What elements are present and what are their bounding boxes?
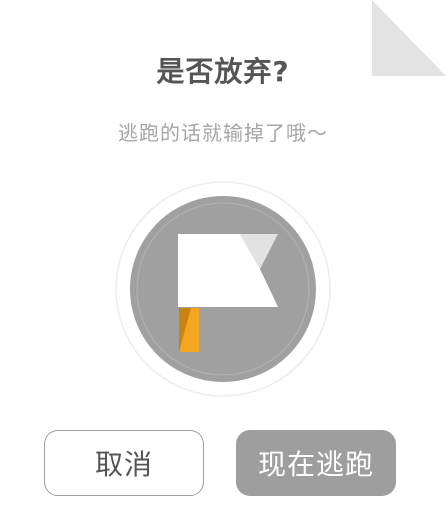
dialog-message: 逃跑的话就输掉了哦～ (118, 121, 328, 145)
dialog-title: 是否放弃? (156, 55, 290, 88)
cancel-button[interactable]: 取消 (44, 430, 204, 496)
surrender-dialog: 是否放弃? 逃跑的话就输掉了哦～ 取消 现在逃跑 (0, 0, 446, 530)
escape-now-button[interactable]: 现在逃跑 (236, 430, 396, 496)
white-flag-icon (115, 181, 331, 397)
